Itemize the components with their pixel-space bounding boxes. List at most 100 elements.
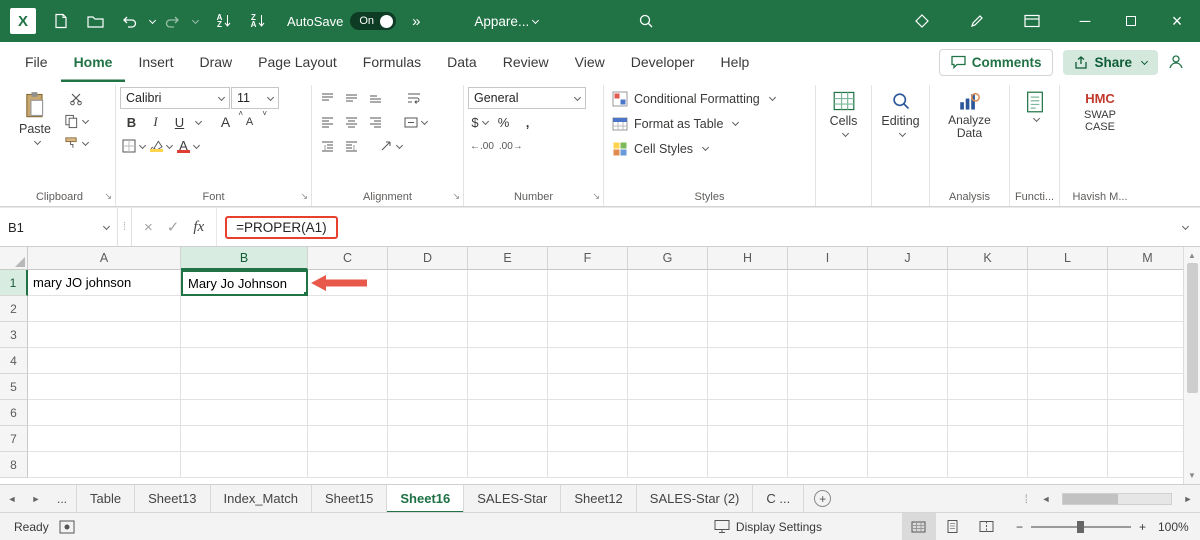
wrap-text-button[interactable]	[402, 87, 425, 109]
cell[interactable]	[868, 374, 948, 400]
decrease-font-button[interactable]: A ˅	[238, 109, 267, 133]
font-color-button[interactable]: A	[175, 135, 201, 157]
column-header-A[interactable]: A	[28, 247, 181, 270]
decrease-indent-button[interactable]	[316, 135, 339, 157]
percent-format-button[interactable]: %	[492, 111, 515, 133]
cell[interactable]	[468, 270, 548, 296]
scroll-up-icon[interactable]: ▲	[1188, 251, 1196, 260]
page-break-preview-button[interactable]	[970, 513, 1004, 540]
cell-styles-button[interactable]: Cell Styles	[608, 136, 811, 161]
fill-color-button[interactable]	[148, 135, 174, 157]
orientation-button[interactable]	[378, 135, 404, 157]
tab-review[interactable]: Review	[490, 42, 562, 82]
cell[interactable]	[708, 322, 788, 348]
column-header-M[interactable]: M	[1108, 247, 1188, 270]
sheet-tab-sales-star-2[interactable]: SALES-Star (2)	[637, 484, 754, 513]
column-header-G[interactable]: G	[628, 247, 708, 270]
cell[interactable]	[628, 426, 708, 452]
pen-icon[interactable]	[961, 5, 993, 37]
sort-descending-icon[interactable]: ZA	[242, 5, 274, 37]
maximize-button[interactable]	[1108, 0, 1154, 42]
tab-formulas[interactable]: Formulas	[350, 42, 434, 82]
cell[interactable]	[1028, 426, 1108, 452]
font-size-combo[interactable]: 11	[231, 87, 279, 109]
cell[interactable]	[868, 322, 948, 348]
row-header-6[interactable]: 6	[0, 400, 28, 426]
cell[interactable]	[181, 400, 308, 426]
cell[interactable]	[181, 348, 308, 374]
cell[interactable]	[181, 322, 308, 348]
cell[interactable]	[308, 452, 388, 478]
column-header-I[interactable]: I	[788, 247, 868, 270]
cell[interactable]	[1028, 270, 1108, 296]
macro-record-icon[interactable]	[59, 520, 75, 534]
cancel-icon[interactable]: ×	[144, 219, 153, 236]
tab-bar-splitter[interactable]: ⁞	[1019, 492, 1034, 506]
zoom-in-button[interactable]: +	[1139, 520, 1146, 534]
formula-bar-splitter[interactable]: ⁞	[118, 208, 132, 246]
presence-diamond-icon[interactable]	[906, 5, 938, 37]
sheet-tab-sales-star[interactable]: SALES-Star	[464, 484, 562, 513]
sort-ascending-icon[interactable]: AZ	[208, 5, 240, 37]
comments-button[interactable]: Comments	[938, 48, 1054, 76]
cell[interactable]	[628, 322, 708, 348]
sheet-tab-index-match[interactable]: Index_Match	[211, 484, 312, 513]
paste-button[interactable]: Paste	[8, 86, 62, 154]
cell[interactable]	[1108, 426, 1188, 452]
sheet-tab-table[interactable]: Table	[76, 484, 136, 513]
cell[interactable]	[1108, 296, 1188, 322]
cell[interactable]	[468, 400, 548, 426]
page-layout-view-button[interactable]	[936, 513, 970, 540]
cell[interactable]	[708, 348, 788, 374]
chevron-down-icon[interactable]	[194, 117, 203, 125]
close-button[interactable]: ×	[1154, 0, 1200, 42]
tab-developer[interactable]: Developer	[618, 42, 708, 82]
sheet-tab-sheet15[interactable]: Sheet15	[312, 484, 388, 513]
cell[interactable]	[28, 374, 181, 400]
enter-check-icon[interactable]: ✓	[167, 218, 180, 236]
cell[interactable]	[628, 400, 708, 426]
dialog-launcher-icon[interactable]: ↘	[104, 192, 112, 201]
search-icon[interactable]	[630, 5, 662, 37]
row-header-2[interactable]: 2	[0, 296, 28, 322]
cell[interactable]	[948, 400, 1028, 426]
cell[interactable]	[868, 348, 948, 374]
cell[interactable]	[308, 296, 388, 322]
align-middle-button[interactable]	[340, 87, 363, 109]
cell[interactable]	[548, 296, 628, 322]
cell[interactable]	[468, 426, 548, 452]
number-format-combo[interactable]: General	[468, 87, 586, 109]
cell[interactable]	[548, 348, 628, 374]
new-sheet-button[interactable]: +	[814, 490, 832, 507]
column-header-D[interactable]: D	[388, 247, 468, 270]
column-header-H[interactable]: H	[708, 247, 788, 270]
hscroll-left-icon[interactable]: ◄	[1034, 485, 1058, 513]
cell[interactable]	[181, 374, 308, 400]
bold-button[interactable]: B	[120, 111, 143, 133]
align-bottom-button[interactable]	[364, 87, 387, 109]
analyze-data-button[interactable]: Analyze Data	[934, 86, 1005, 140]
cell[interactable]	[308, 322, 388, 348]
row-header-8[interactable]: 8	[0, 452, 28, 478]
cell[interactable]	[28, 426, 181, 452]
increase-indent-button[interactable]	[340, 135, 363, 157]
row-header-1[interactable]: 1	[0, 270, 28, 296]
cell[interactable]	[1108, 400, 1188, 426]
dialog-launcher-icon[interactable]: ↘	[452, 192, 460, 201]
sheet-tab-sheet16-active[interactable]: Sheet16	[387, 484, 465, 513]
sheet-tab-sheet13[interactable]: Sheet13	[135, 484, 211, 513]
increase-font-button[interactable]: A ˄	[214, 109, 243, 133]
zoom-slider[interactable]	[1030, 520, 1131, 533]
row-header-3[interactable]: 3	[0, 322, 28, 348]
cell[interactable]	[1108, 452, 1188, 478]
cell[interactable]	[1108, 348, 1188, 374]
tab-home[interactable]: Home	[61, 42, 126, 82]
tab-file[interactable]: File	[12, 42, 61, 82]
horizontal-scrollbar[interactable]	[1062, 492, 1172, 505]
column-header-E[interactable]: E	[468, 247, 548, 270]
cell[interactable]	[628, 374, 708, 400]
cell[interactable]	[28, 452, 181, 478]
underline-button[interactable]: U	[168, 111, 191, 133]
column-header-K[interactable]: K	[948, 247, 1028, 270]
minimize-button[interactable]: ─	[1062, 0, 1108, 42]
